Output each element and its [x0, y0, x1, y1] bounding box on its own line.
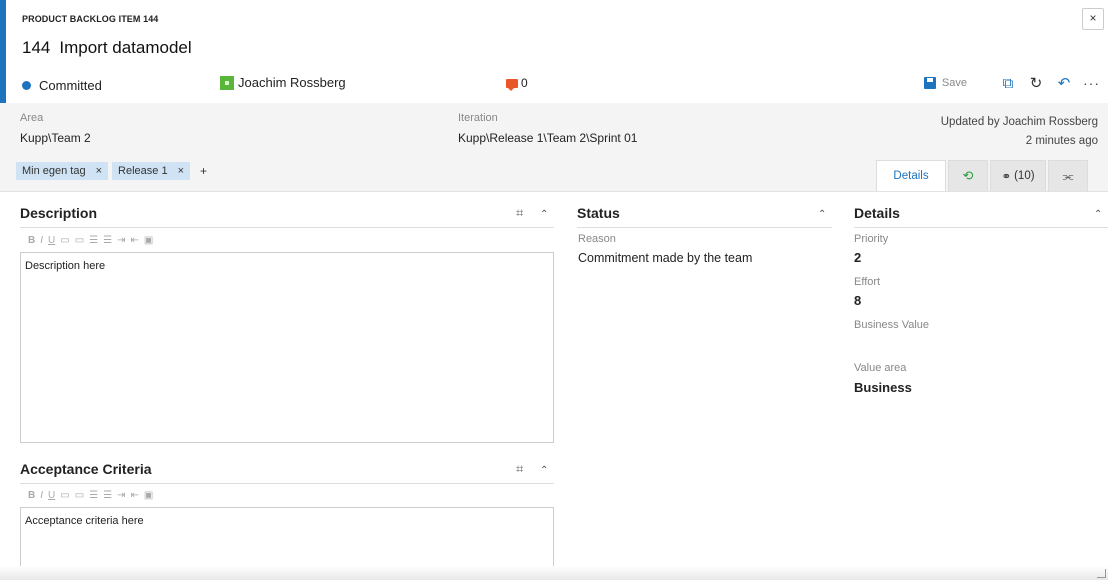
tab-links[interactable]: ⚭ (10) — [990, 160, 1046, 191]
indent-icon[interactable]: ⇥ — [117, 235, 125, 246]
tab-history[interactable]: ⟲ — [948, 160, 988, 191]
tab-attachments[interactable]: ⫘ — [1048, 160, 1088, 191]
close-button[interactable]: × — [1082, 8, 1104, 30]
section-divider — [20, 483, 554, 484]
save-label: Save — [941, 77, 967, 89]
history-icon: ⟲ — [962, 168, 974, 183]
chevron-up-icon[interactable]: ⌃ — [540, 465, 548, 476]
highlight-icon[interactable]: ▭ — [60, 490, 69, 501]
rich-text-toolbar: B I U ▭ ▭ ☰ ☰ ⇥ ⇤ ▣ — [28, 235, 158, 246]
link-icon: ⚭ — [1001, 171, 1012, 183]
bold-icon[interactable]: B — [28, 235, 35, 246]
tag-label: Release 1 — [118, 165, 168, 177]
outdent-icon[interactable]: ⇤ — [130, 235, 138, 246]
updated-time-text: 2 minutes ago — [1025, 135, 1098, 147]
section-divider — [577, 227, 832, 228]
image-icon[interactable]: ▣ — [144, 235, 153, 246]
tab-bar: Details ⟲ ⚭ (10) ⫘ — [876, 160, 1088, 191]
description-editor[interactable]: Description here — [20, 252, 554, 443]
work-item-id: 144 — [22, 38, 51, 57]
underline-icon[interactable]: U — [48, 490, 55, 501]
more-actions-button[interactable]: ··· — [1083, 75, 1100, 91]
rich-text-toolbar: B I U ▭ ▭ ☰ ☰ ⇥ ⇤ ▣ — [28, 490, 158, 501]
work-item-title-text[interactable]: Import datamodel — [59, 38, 191, 57]
undo-icon[interactable]: ↶ — [1057, 74, 1071, 92]
tag-chip[interactable]: Min egen tag × — [16, 162, 109, 180]
work-item-header: PRODUCT BACKLOG ITEM 144 × 144 Import dat… — [0, 0, 1108, 103]
copy-icon[interactable]: ⧉ — [1001, 75, 1015, 92]
tag-label: Min egen tag — [22, 165, 86, 177]
assigned-to-value: Joachim Rossberg — [238, 75, 346, 90]
underline-icon[interactable]: U — [48, 235, 55, 246]
tag-list: Min egen tag × Release 1 × + — [16, 162, 213, 180]
numbered-list-icon[interactable]: ☰ — [103, 490, 112, 501]
discussion-indicator[interactable]: 0 — [506, 76, 528, 91]
updated-by-text[interactable]: Updated by Joachim Rossberg — [941, 113, 1098, 132]
state-value: Committed — [39, 78, 102, 93]
indent-icon[interactable]: ⇥ — [117, 490, 125, 501]
work-item-title[interactable]: 144 Import datamodel — [22, 38, 192, 58]
updated-info: Updated by Joachim Rossberg 2 minutes ag… — [941, 113, 1098, 151]
iteration-label: Iteration — [458, 112, 498, 124]
effort-field[interactable]: 8 — [854, 293, 861, 308]
acceptance-criteria-title: Acceptance Criteria — [20, 461, 152, 477]
save-button[interactable]: Save — [923, 77, 967, 89]
discussion-count: 0 — [521, 76, 528, 90]
reason-label: Reason — [578, 233, 616, 245]
font-color-icon[interactable]: ▭ — [75, 235, 84, 246]
font-color-icon[interactable]: ▭ — [75, 490, 84, 501]
chevron-up-icon[interactable]: ⌃ — [818, 209, 826, 220]
state-field[interactable]: Committed — [22, 78, 102, 93]
work-item-type-label: PRODUCT BACKLOG ITEM 144 — [22, 14, 159, 24]
image-icon[interactable]: ▣ — [144, 490, 153, 501]
value-area-field[interactable]: Business — [854, 380, 912, 395]
toolbar: Save ⧉ ↻ ↶ ··· — [923, 74, 1100, 92]
chevron-up-icon[interactable]: ⌃ — [1094, 209, 1102, 220]
save-icon — [923, 77, 936, 89]
area-label: Area — [20, 112, 44, 124]
area-field[interactable]: Kupp\Team 2 — [20, 131, 91, 145]
assigned-to-field[interactable]: Joachim Rossberg — [220, 75, 346, 90]
status-title: Status — [577, 205, 620, 221]
business-value-label: Business Value — [854, 319, 930, 331]
outdent-icon[interactable]: ⇤ — [130, 490, 138, 501]
numbered-list-icon[interactable]: ☰ — [103, 235, 112, 246]
remove-tag-icon[interactable]: × — [96, 165, 102, 177]
bullet-list-icon[interactable]: ☰ — [89, 235, 98, 246]
bullet-list-icon[interactable]: ☰ — [89, 490, 98, 501]
work-item-info-strip: Area Kupp\Team 2 Iteration Kupp\Release … — [0, 103, 1108, 192]
remove-tag-icon[interactable]: × — [178, 165, 184, 177]
avatar — [220, 75, 234, 90]
tab-links-count: (10) — [1014, 170, 1035, 182]
value-area-label: Value area — [854, 362, 907, 374]
section-divider — [854, 227, 1108, 228]
italic-icon[interactable]: I — [40, 235, 43, 246]
chevron-up-icon[interactable]: ⌃ — [540, 209, 548, 220]
tab-details-label: Details — [893, 170, 929, 182]
section-divider — [20, 227, 554, 228]
tag-chip[interactable]: Release 1 × — [112, 162, 191, 180]
add-tag-button[interactable]: + — [194, 162, 213, 180]
highlight-icon[interactable]: ▭ — [60, 235, 69, 246]
iteration-field[interactable]: Kupp\Release 1\Team 2\Sprint 01 — [458, 131, 637, 145]
details-title: Details — [854, 205, 900, 221]
comment-icon — [506, 78, 518, 91]
reason-field[interactable]: Commitment made by the team — [578, 251, 752, 265]
priority-field[interactable]: 2 — [854, 250, 861, 265]
state-dot-icon — [22, 81, 31, 90]
window-bottom-edge — [0, 566, 1108, 580]
tab-details[interactable]: Details — [876, 160, 946, 191]
priority-label: Priority — [854, 233, 889, 245]
maximize-icon[interactable]: ⌗ — [516, 205, 523, 221]
description-title: Description — [20, 205, 98, 221]
attachment-icon: ⫘ — [1062, 168, 1074, 183]
business-value-field[interactable] — [854, 336, 954, 350]
effort-label: Effort — [854, 276, 881, 288]
bold-icon[interactable]: B — [28, 490, 35, 501]
refresh-icon[interactable]: ↻ — [1029, 74, 1043, 92]
maximize-icon[interactable]: ⌗ — [516, 461, 523, 477]
resize-handle-icon[interactable] — [1097, 569, 1106, 578]
italic-icon[interactable]: I — [40, 490, 43, 501]
